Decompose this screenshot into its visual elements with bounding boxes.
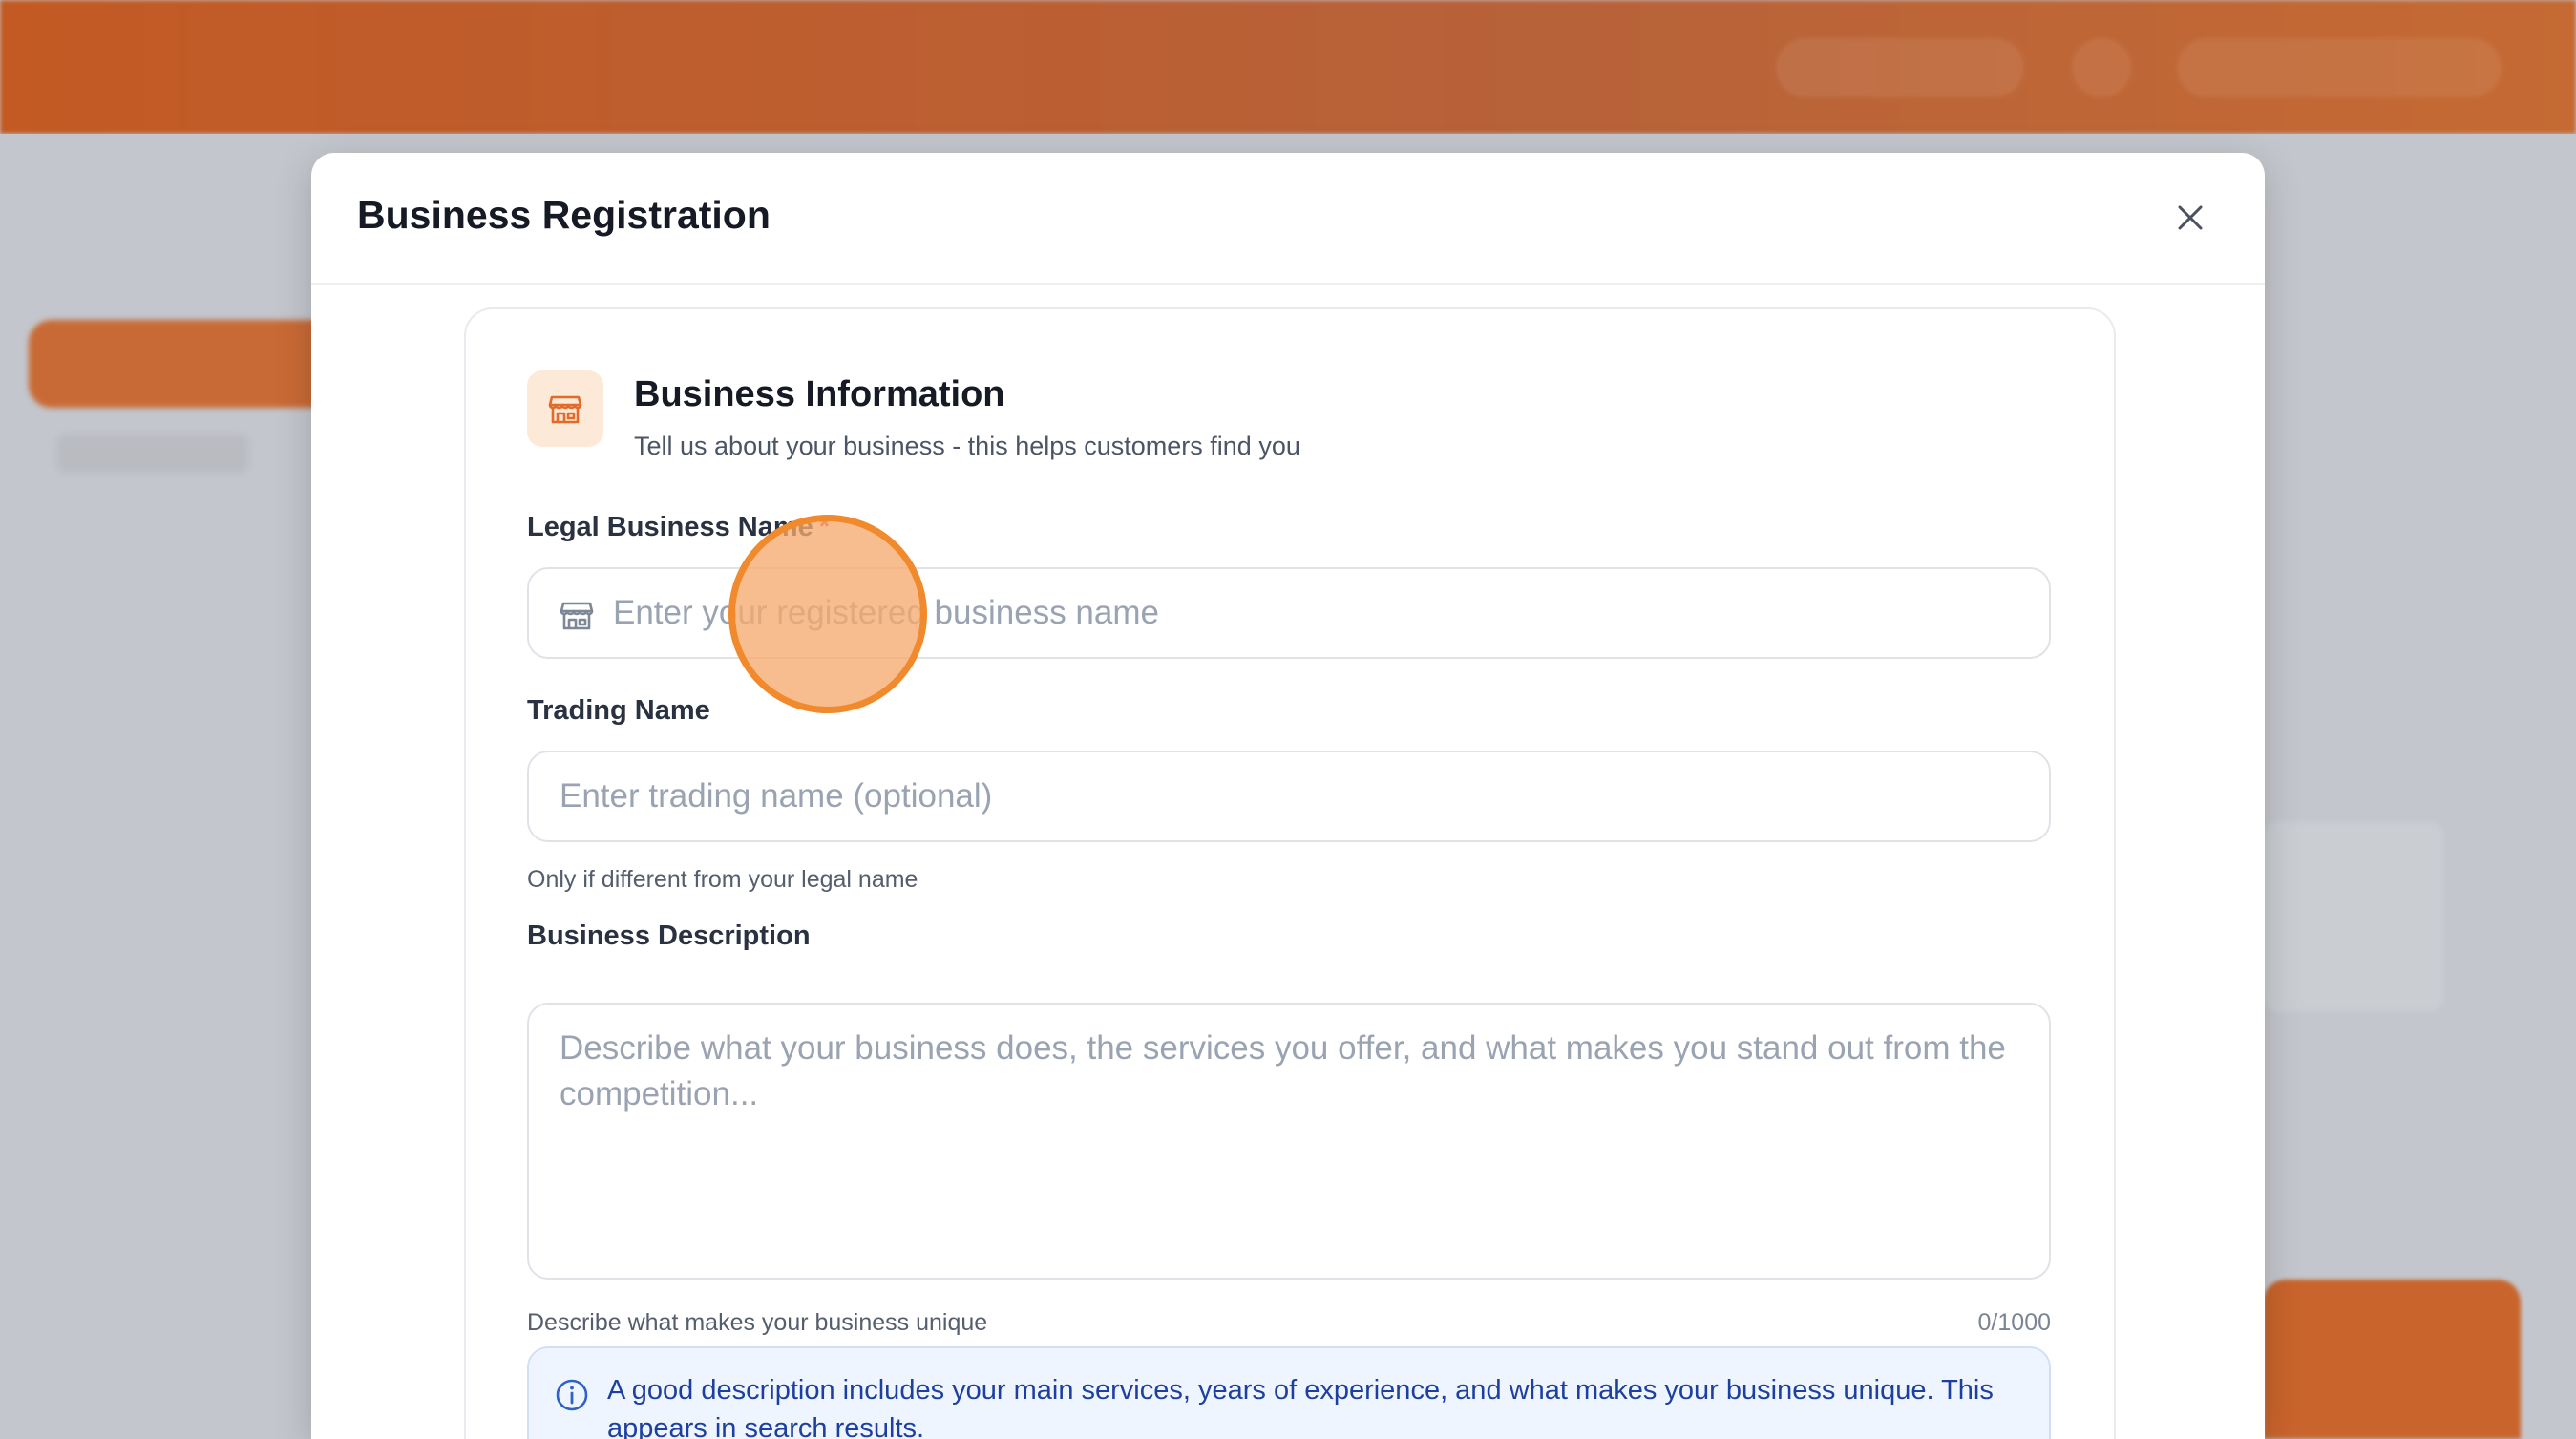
modal-title: Business Registration: [357, 193, 771, 237]
character-counter: 0/1000: [1977, 1309, 2051, 1336]
trading-name-label: Trading Name: [527, 695, 710, 726]
required-marker: *: [818, 512, 831, 542]
info-icon: [556, 1379, 588, 1411]
section-title: Business Information: [634, 374, 1005, 414]
business-registration-modal: Business Registration Business Informati…: [311, 153, 2265, 1439]
close-button[interactable]: [2164, 191, 2217, 244]
storefront-icon: [560, 602, 594, 630]
legal-business-name-input[interactable]: [613, 569, 2026, 657]
business-description-field[interactable]: [527, 1003, 2051, 1280]
description-tip-text: A good description includes your main se…: [607, 1375, 1994, 1439]
user-menu: [2177, 38, 2502, 97]
business-description-hint: Describe what makes your business unique: [527, 1309, 988, 1336]
app-topbar: [0, 0, 2576, 134]
description-tip-box: A good description includes your main se…: [527, 1346, 2051, 1439]
sidebar-item-active: [29, 320, 344, 408]
topbar-button: [1776, 38, 2024, 97]
topbar-icon-button: [2072, 38, 2131, 97]
sidebar-item: [57, 434, 248, 473]
legal-business-name-label: Legal Business Name *: [527, 512, 830, 543]
background-card: [2263, 821, 2444, 1012]
modal-header: Business Registration: [311, 153, 2265, 285]
background-button: [2263, 1280, 2521, 1439]
section-icon-badge: [527, 370, 603, 447]
label-text: Legal Business Name: [527, 512, 813, 542]
business-description-label: Business Description: [527, 921, 811, 951]
trading-name-hint: Only if different from your legal name: [527, 866, 918, 893]
close-icon: [2178, 205, 2203, 230]
trading-name-input[interactable]: [560, 752, 2020, 840]
business-description-textarea[interactable]: [560, 1026, 2020, 1264]
trading-name-field[interactable]: [527, 751, 2051, 842]
business-information-card: Business Information Tell us about your …: [464, 307, 2116, 1439]
section-subtitle: Tell us about your business - this helps…: [634, 432, 1300, 460]
legal-business-name-field[interactable]: [527, 567, 2051, 659]
storefront-icon: [548, 395, 582, 424]
